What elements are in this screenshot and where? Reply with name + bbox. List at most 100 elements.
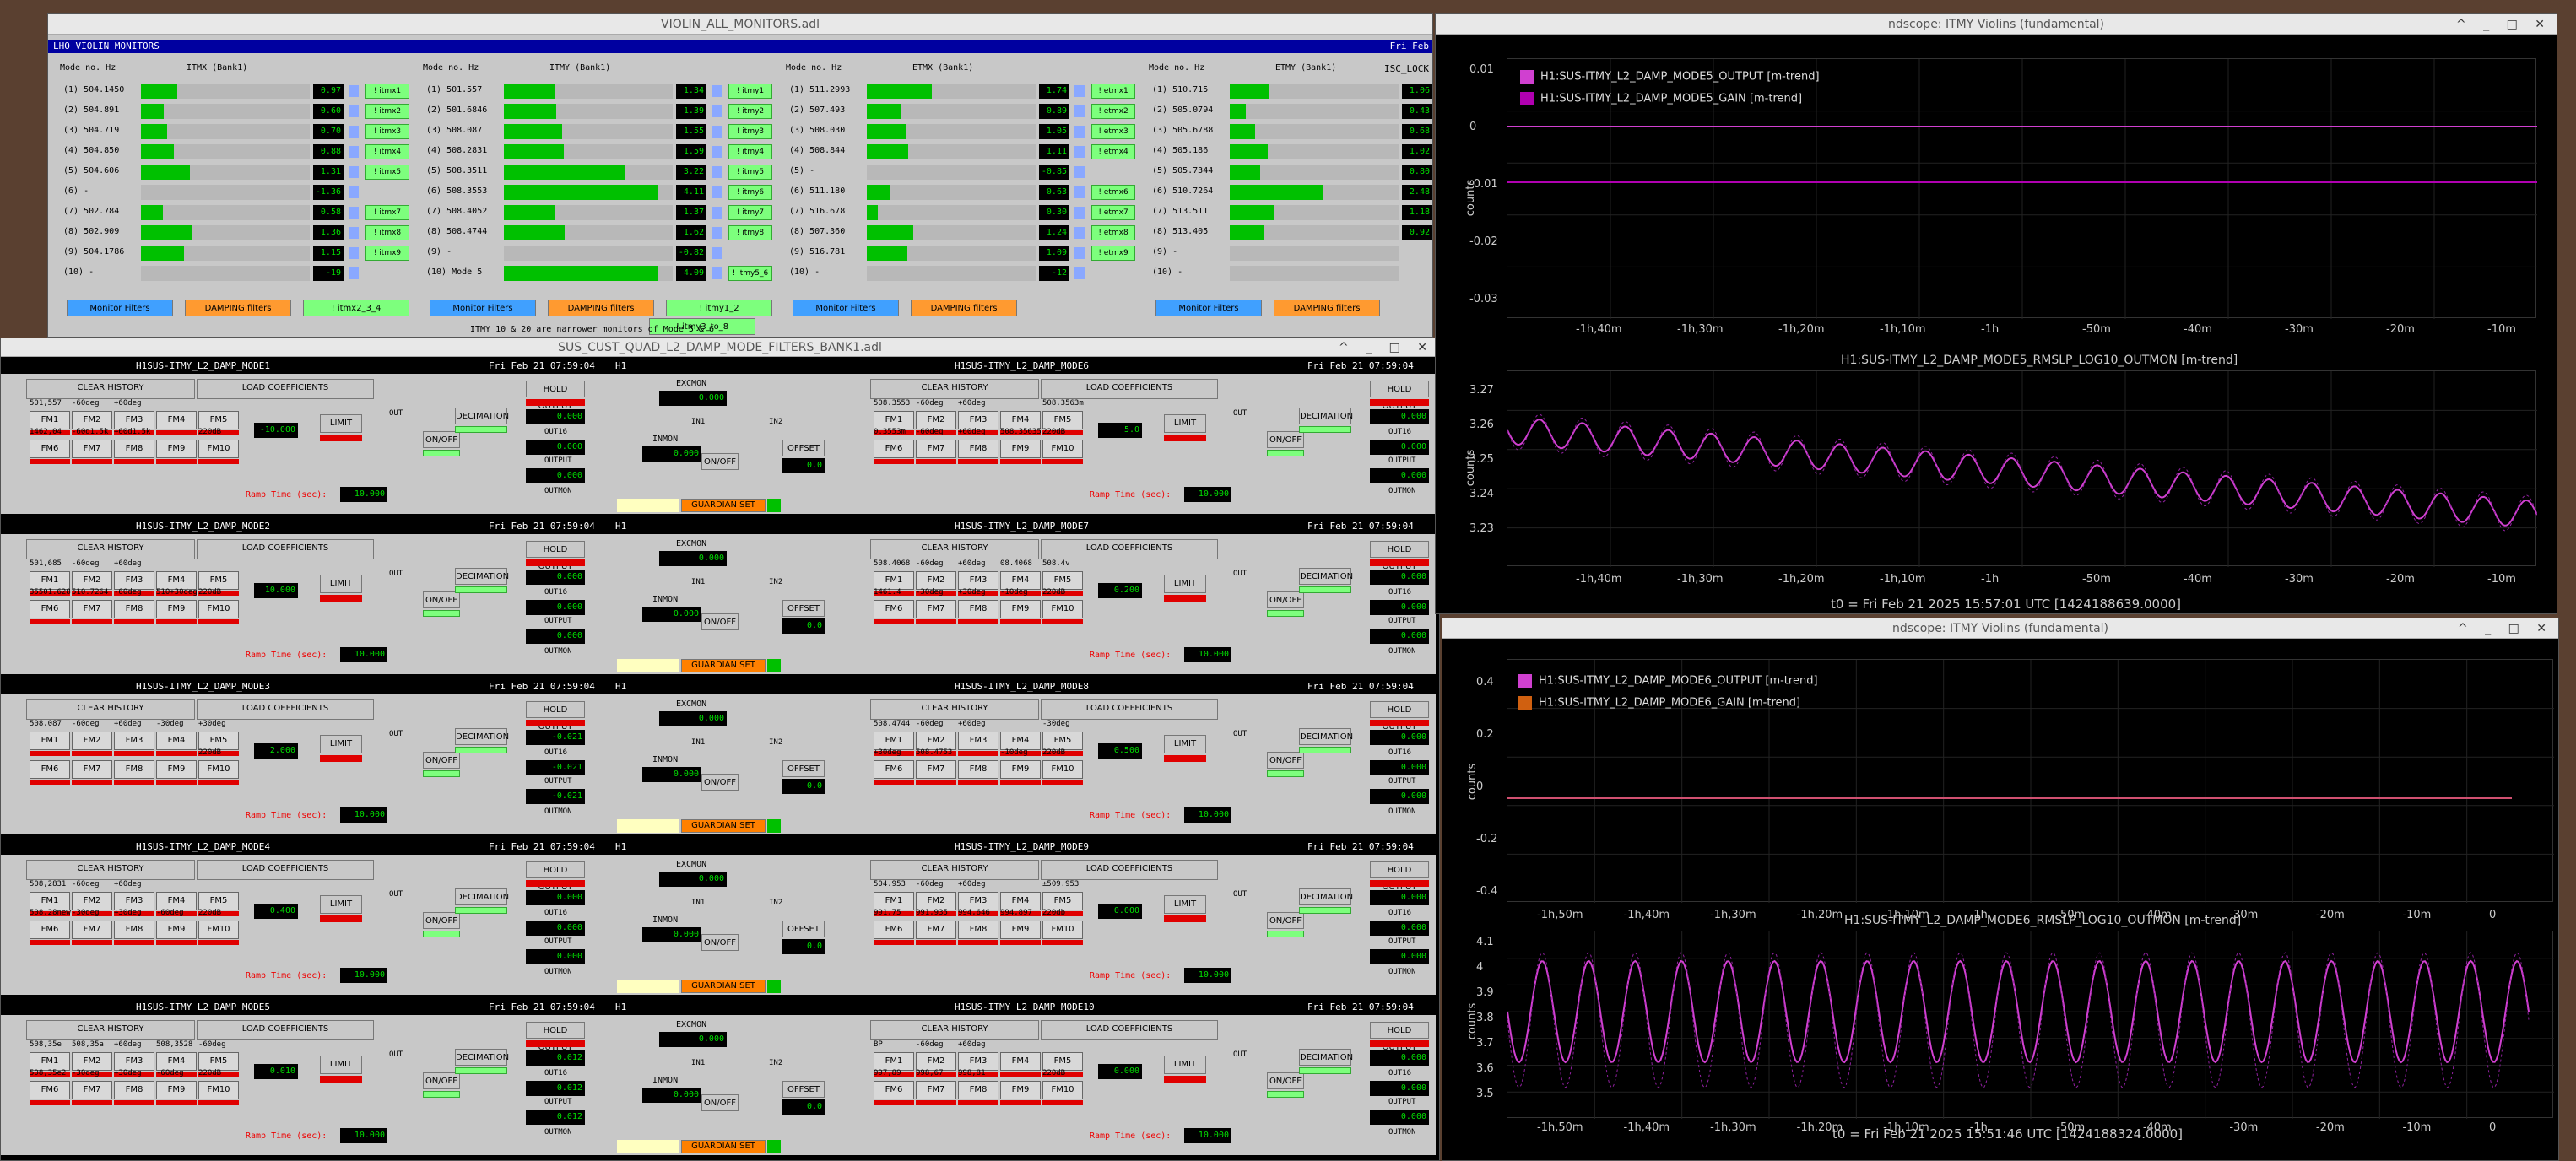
mode-open-button[interactable]: ! itmx4	[365, 144, 409, 159]
group-button[interactable]: Monitor Filters	[67, 300, 173, 316]
mode-open-button[interactable]: ! itmy4	[728, 144, 772, 159]
filter-button-fm3[interactable]: FM3	[114, 411, 154, 429]
filter-button-fm7[interactable]: FM7	[916, 1081, 956, 1099]
clear-history-button[interactable]: CLEAR HISTORY	[26, 539, 195, 559]
filter-button-fm4[interactable]: FM4	[156, 571, 197, 590]
offset-button[interactable]: OFFSET	[782, 921, 825, 937]
mode-open-button[interactable]: ! itmy3	[728, 124, 772, 139]
filter-button-fm8[interactable]: FM8	[958, 600, 998, 618]
filter-button-fm5[interactable]: FM5	[1042, 571, 1083, 590]
filter-button-fm8[interactable]: FM8	[958, 1081, 998, 1099]
onoff-button[interactable]: ON/OFF	[423, 591, 460, 608]
group-button[interactable]: DAMPING filters	[911, 300, 1017, 316]
onoff-button[interactable]: ON/OFF	[423, 1072, 460, 1089]
limit-button[interactable]: LIMIT	[320, 895, 362, 914]
mode-open-button[interactable]: ! itmy7	[728, 205, 772, 220]
offset-button[interactable]: OFFSET	[782, 760, 825, 777]
scope1-bottom-plot[interactable]	[1507, 370, 2538, 567]
mode-open-button[interactable]: ! itmx1	[365, 84, 409, 99]
filter-button-fm4[interactable]: FM4	[156, 411, 197, 429]
filter-button-fm3[interactable]: FM3	[958, 411, 998, 429]
clear-history-button[interactable]: CLEAR HISTORY	[870, 1020, 1039, 1040]
decimation-button[interactable]: DECIMATION	[1299, 888, 1353, 905]
mode-open-button[interactable]: ! etmx7	[1091, 205, 1135, 220]
filter-button-fm9[interactable]: FM9	[1000, 921, 1041, 939]
filter-button-fm4[interactable]: FM4	[156, 1052, 197, 1071]
filter-button-fm4[interactable]: FM4	[1000, 892, 1041, 910]
mode-open-button[interactable]: ! itmx9	[365, 246, 409, 261]
filter-button-fm4[interactable]: FM4	[1000, 571, 1041, 590]
filter-button-fm2[interactable]: FM2	[72, 892, 112, 910]
load-coefficients-button[interactable]: LOAD COEFFICIENTS	[1041, 379, 1218, 399]
filter-button-fm6[interactable]: FM6	[874, 1081, 914, 1099]
scope2-legend-1[interactable]: H1:SUS-ITMY_L2_DAMP_MODE6_OUTPUT [m-tren…	[1518, 674, 1818, 688]
filter-button-fm7[interactable]: FM7	[916, 760, 956, 779]
filter-button-fm1[interactable]: FM1	[30, 892, 70, 910]
filter-button-fm1[interactable]: FM1	[874, 1052, 914, 1071]
filter-button-fm1[interactable]: FM1	[874, 732, 914, 750]
filter-button-fm1[interactable]: FM1	[874, 892, 914, 910]
hold-output-button[interactable]: HOLD OUTPUT	[1370, 701, 1429, 732]
onoff-button[interactable]: ON/OFF	[1267, 912, 1304, 929]
filter-button-fm5[interactable]: FM5	[198, 732, 239, 750]
filter-button-fm9[interactable]: FM9	[156, 440, 197, 458]
filter-button-fm3[interactable]: FM3	[114, 732, 154, 750]
limit-button[interactable]: LIMIT	[320, 735, 362, 753]
clear-history-button[interactable]: CLEAR HISTORY	[26, 379, 195, 399]
scope2-title-bar[interactable]: ndscope: ITMY Violins (fundamental) ^ _ □…	[1442, 618, 2558, 639]
filter-button-fm7[interactable]: FM7	[916, 440, 956, 458]
filter-button-fm1[interactable]: FM1	[30, 571, 70, 590]
filter-button-fm10[interactable]: FM10	[1042, 760, 1083, 779]
limit-button[interactable]: LIMIT	[320, 575, 362, 593]
mode-open-button[interactable]: ! etmx6	[1091, 185, 1135, 200]
filter-button-fm6[interactable]: FM6	[874, 921, 914, 939]
limit-button[interactable]: LIMIT	[320, 414, 362, 433]
onoff-button[interactable]: ON/OFF	[1267, 752, 1304, 769]
filter-button-fm3[interactable]: FM3	[958, 1052, 998, 1071]
filter-button-fm8[interactable]: FM8	[114, 440, 154, 458]
filter-button-fm5[interactable]: FM5	[198, 1052, 239, 1071]
limit-button[interactable]: LIMIT	[1164, 575, 1206, 593]
filter-button-fm6[interactable]: FM6	[30, 921, 70, 939]
decimation-button[interactable]: DECIMATION	[455, 1049, 509, 1066]
filter-button-fm4[interactable]: FM4	[1000, 411, 1041, 429]
filter-button-fm3[interactable]: FM3	[958, 571, 998, 590]
hold-output-button[interactable]: HOLD OUTPUT	[1370, 541, 1429, 571]
onoff-button[interactable]: ON/OFF	[1267, 431, 1304, 448]
filter-button-fm9[interactable]: FM9	[1000, 440, 1041, 458]
mode-open-button[interactable]: ! itmx7	[365, 205, 409, 220]
filter-button-fm1[interactable]: FM1	[30, 411, 70, 429]
hold-output-button[interactable]: HOLD OUTPUT	[1370, 861, 1429, 892]
mode-open-button[interactable]: ! etmx8	[1091, 225, 1135, 240]
guardian-set-button[interactable]: GUARDIAN SET	[681, 659, 766, 672]
mode-open-button[interactable]: ! itmy1	[728, 84, 772, 99]
load-coefficients-button[interactable]: LOAD COEFFICIENTS	[1041, 699, 1218, 720]
filter-button-fm5[interactable]: FM5	[198, 892, 239, 910]
hold-output-button[interactable]: HOLD OUTPUT	[526, 701, 585, 732]
limit-button[interactable]: LIMIT	[1164, 1056, 1206, 1074]
filter-button-fm8[interactable]: FM8	[958, 440, 998, 458]
mode-open-button[interactable]: ! itmx2	[365, 104, 409, 119]
filter-button-fm10[interactable]: FM10	[198, 1081, 239, 1099]
decimation-button[interactable]: DECIMATION	[455, 568, 509, 585]
filter-button-fm3[interactable]: FM3	[114, 892, 154, 910]
filter-button-fm6[interactable]: FM6	[30, 600, 70, 618]
load-coefficients-button[interactable]: LOAD COEFFICIENTS	[1041, 860, 1218, 880]
limit-button[interactable]: LIMIT	[1164, 414, 1206, 433]
filter-button-fm3[interactable]: FM3	[958, 732, 998, 750]
clear-history-button[interactable]: CLEAR HISTORY	[26, 860, 195, 880]
group-button[interactable]: ! itmx2_3_4	[303, 300, 409, 316]
clear-history-button[interactable]: CLEAR HISTORY	[870, 539, 1039, 559]
onoff-button[interactable]: ON/OFF	[423, 912, 460, 929]
filter-button-fm2[interactable]: FM2	[72, 1052, 112, 1071]
filter-button-fm5[interactable]: FM5	[1042, 892, 1083, 910]
load-coefficients-button[interactable]: LOAD COEFFICIENTS	[197, 539, 374, 559]
filter-button-fm1[interactable]: FM1	[30, 732, 70, 750]
filter-button-fm10[interactable]: FM10	[198, 760, 239, 779]
filter-button-fm2[interactable]: FM2	[916, 1052, 956, 1071]
group-button[interactable]: DAMPING filters	[1274, 300, 1380, 316]
scope1-title-bar[interactable]: ndscope: ITMY Violins (fundamental) ^ _ □…	[1436, 14, 2557, 35]
filter-button-fm6[interactable]: FM6	[874, 760, 914, 779]
hold-output-button[interactable]: HOLD OUTPUT	[526, 381, 585, 411]
filter-button-fm2[interactable]: FM2	[72, 411, 112, 429]
